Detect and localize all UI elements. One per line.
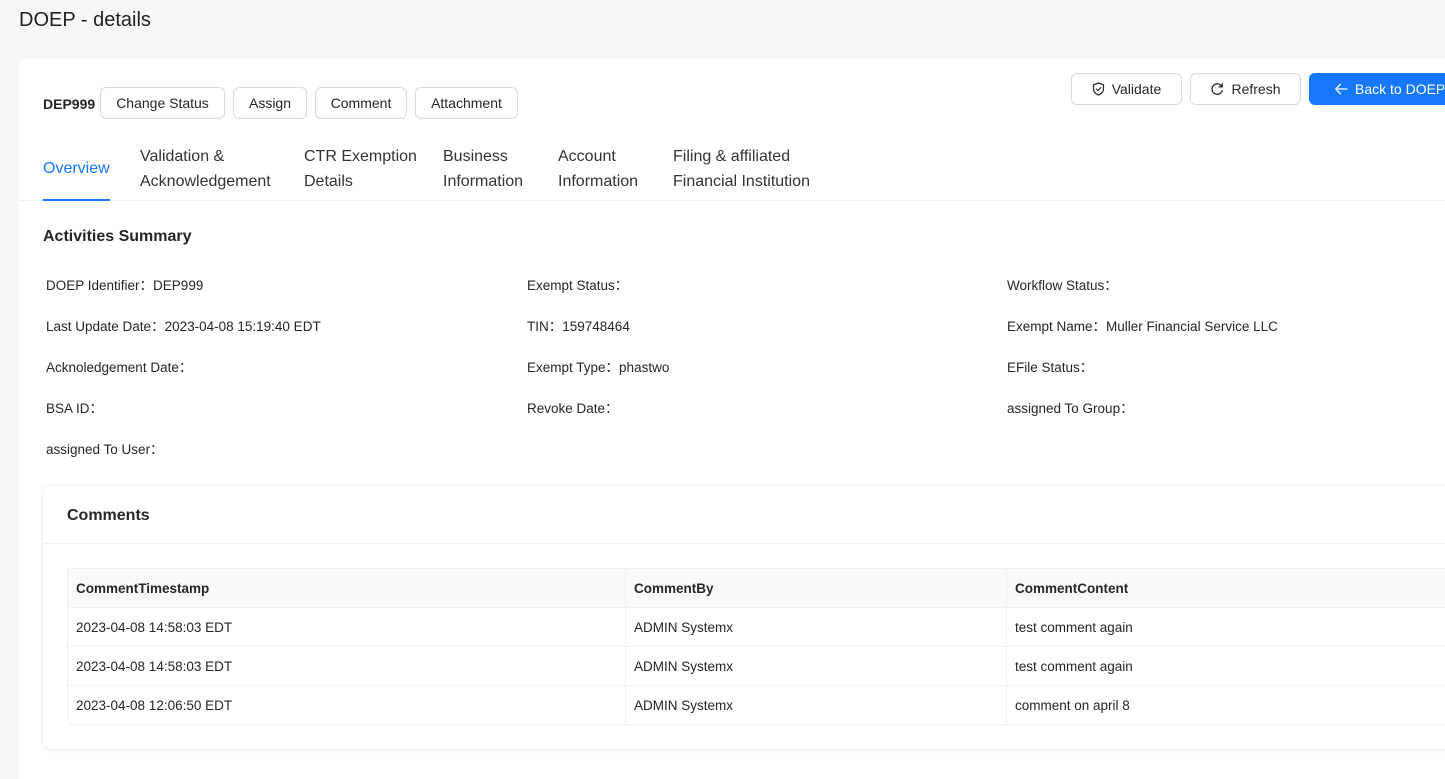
field-label: Workflow Status： (1007, 278, 1118, 293)
activities-summary-title: Activities Summary (43, 228, 192, 245)
back-to-doep-button-label: Back to DOEP (1355, 81, 1445, 97)
tab-label-line2: Details (304, 172, 353, 190)
field-revoke-date: Revoke Date： (527, 397, 619, 417)
table-header-row: CommentTimestamp CommentBy CommentConten… (67, 568, 1445, 608)
tab-label-line1: Filing & affiliated (673, 147, 791, 165)
field-exempt-name: Exempt Name：Muller Financial Service LLC (1007, 315, 1278, 335)
field-label: Exempt Status： (527, 278, 629, 293)
tab-overview-label: Overview (43, 160, 110, 177)
cell-timestamp: 2023-04-08 14:58:03 EDT (67, 646, 626, 686)
cell-comment-by: ADMIN Systemx (625, 607, 1007, 647)
attachment-button[interactable]: Attachment (415, 87, 518, 119)
field-value: DEP999 (153, 278, 204, 293)
back-to-doep-button[interactable]: Back to DOEP (1309, 73, 1445, 105)
tab-validation-acknowledgement[interactable]: Validation & Acknowledgement (140, 137, 271, 200)
field-label: assigned To Group： (1007, 401, 1134, 416)
tab-label-line1: CTR Exemption (304, 147, 417, 165)
cell-comment-content: test comment again (1006, 646, 1445, 686)
column-header-comment-by[interactable]: CommentBy (625, 568, 1007, 608)
comments-table: CommentTimestamp CommentBy CommentConten… (67, 568, 1445, 725)
cell-timestamp: 2023-04-08 14:58:03 EDT (67, 607, 626, 647)
comments-title: Comments (67, 507, 150, 524)
field-label: assigned To User： (46, 442, 164, 457)
tab-filing-affiliated-fi[interactable]: Filing & affiliated Financial Institutio… (673, 137, 810, 200)
comment-button[interactable]: Comment (315, 87, 407, 119)
tab-label-line2: Financial Institution (673, 172, 810, 190)
tab-label-line1: Account (558, 147, 616, 165)
column-header-comment-timestamp[interactable]: CommentTimestamp (67, 568, 626, 608)
field-value: Muller Financial Service LLC (1106, 319, 1278, 334)
cell-comment-by: ADMIN Systemx (625, 646, 1007, 686)
field-tin: TIN：159748464 (527, 315, 630, 335)
field-label: Last Update Date： (46, 319, 165, 334)
comments-card: Comments CommentTimestamp CommentBy Comm… (43, 486, 1445, 749)
tab-ctr-exemption-details[interactable]: CTR Exemption Details (304, 137, 417, 200)
field-bsa-id: BSA ID： (46, 397, 103, 417)
field-efile-status: EFile Status： (1007, 356, 1093, 376)
tab-account-information[interactable]: Account Information (558, 137, 638, 200)
field-exempt-status: Exempt Status： (527, 274, 628, 294)
cell-comment-by: ADMIN Systemx (625, 685, 1007, 725)
table-row[interactable]: 2023-04-08 14:58:03 EDT ADMIN Systemx te… (67, 646, 1445, 686)
page-title: DOEP - details (19, 9, 151, 31)
tab-bar: Overview Validation & Acknowledgement CT… (19, 137, 1445, 201)
field-assigned-to-group: assigned To Group： (1007, 397, 1134, 417)
field-label: TIN： (527, 319, 563, 334)
field-doep-identifier: DOEP Identifier：DEP999 (46, 274, 203, 294)
table-row[interactable]: 2023-04-08 14:58:03 EDT ADMIN Systemx te… (67, 607, 1445, 647)
tab-overview[interactable]: Overview (43, 137, 110, 201)
column-header-comment-content[interactable]: CommentContent (1006, 568, 1445, 608)
details-card: DEP999 Change Status Assign Comment Atta… (19, 59, 1445, 779)
field-label: DOEP Identifier： (46, 278, 154, 293)
field-label: Exempt Type： (527, 360, 620, 375)
field-value: 159748464 (562, 319, 630, 334)
tab-label-line1: Validation & (140, 147, 225, 165)
field-exempt-type: Exempt Type：phastwo (527, 356, 669, 376)
tab-label-line2: Information (558, 172, 639, 190)
field-workflow-status: Workflow Status： (1007, 274, 1118, 294)
cell-timestamp: 2023-04-08 12:06:50 EDT (67, 685, 626, 725)
field-label: Exempt Name： (1007, 319, 1107, 334)
tab-label-line2: Information (443, 172, 524, 190)
field-label: Revoke Date： (527, 401, 619, 416)
refresh-button[interactable]: Refresh (1190, 73, 1301, 105)
field-acknowledgement-date: Acknoledgement Date： (46, 356, 192, 376)
tab-label-line1: Business (443, 147, 508, 165)
field-value: 2023-04-08 15:19:40 EDT (164, 319, 321, 334)
cell-comment-content: test comment again (1006, 607, 1445, 647)
arrow-left-icon (1335, 83, 1348, 95)
comments-header: Comments (43, 486, 1445, 544)
assign-button[interactable]: Assign (233, 87, 307, 119)
tab-label-line2: Acknowledgement (140, 172, 271, 190)
change-status-button[interactable]: Change Status (100, 87, 225, 119)
field-label: BSA ID： (46, 401, 104, 416)
field-last-update-date: Last Update Date：2023-04-08 15:19:40 EDT (46, 315, 321, 335)
cell-comment-content: comment on april 8 (1006, 685, 1445, 725)
field-label: EFile Status： (1007, 360, 1094, 375)
refresh-icon (1211, 83, 1224, 95)
tab-business-information[interactable]: Business Information (443, 137, 523, 200)
validate-button[interactable]: Validate (1071, 73, 1182, 105)
field-assigned-to-user: assigned To User： (46, 438, 164, 458)
table-row[interactable]: 2023-04-08 12:06:50 EDT ADMIN Systemx co… (67, 685, 1445, 725)
field-value: phastwo (619, 360, 670, 375)
shield-check-icon (1092, 82, 1104, 96)
validate-button-label: Validate (1111, 81, 1162, 97)
refresh-button-label: Refresh (1231, 81, 1281, 97)
field-label: Acknoledgement Date： (46, 360, 193, 375)
record-id-label: DEP999 (43, 96, 96, 112)
